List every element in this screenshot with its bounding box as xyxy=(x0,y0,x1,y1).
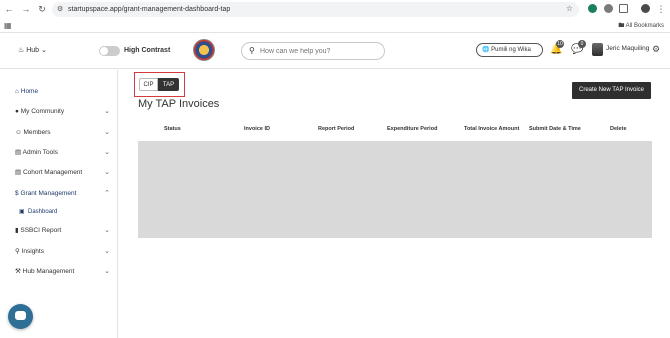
column-header-report-period[interactable]: Report Period xyxy=(318,126,354,132)
sidebar-item-home[interactable]: ⌂ Home xyxy=(15,86,110,98)
tab-switcher: CIP TAP xyxy=(134,72,185,97)
chevron-down-icon: ⌄ xyxy=(104,169,110,176)
chevron-down-icon: ⌄ xyxy=(104,108,110,115)
sidebar-item-label: Insights xyxy=(21,248,44,255)
sidebar-item-label: My Community xyxy=(20,108,65,115)
sidebar-item-label: Grant Management xyxy=(20,190,77,197)
high-contrast-toggle[interactable] xyxy=(99,46,120,56)
avatar[interactable] xyxy=(592,43,603,56)
wrench-icon: ⚒ xyxy=(15,268,21,275)
gear-icon[interactable]: ⚙ xyxy=(652,44,660,55)
sidebar-item-insights[interactable]: ⚲ Insights ⌄ xyxy=(15,246,110,258)
sidebar: ⌂ Home ● My Community ⌄ ☺ Members ⌄ ▤ Ad… xyxy=(0,70,118,338)
sidebar-subitem-dashboard[interactable]: ▣ Dashboard xyxy=(19,208,57,215)
sidebar-item-label: SSBCI Report xyxy=(20,227,62,234)
reload-icon[interactable]: ↻ xyxy=(36,3,48,15)
sidebar-item-hub-management[interactable]: ⚒ Hub Management ⌄ xyxy=(15,266,110,278)
table-header: Status Invoice ID Report Period Expendit… xyxy=(138,126,652,137)
sidebar-item-label: Home xyxy=(20,88,39,95)
home-icon: ⌂ xyxy=(15,88,19,95)
forward-icon[interactable]: → xyxy=(20,3,32,15)
page-title: My TAP Invoices xyxy=(138,98,220,110)
cohort-icon: ▤ xyxy=(15,169,22,176)
notification-badge: 10 xyxy=(556,40,564,48)
language-select[interactable]: 🌐 Pumili ng Wika xyxy=(476,43,543,57)
insights-icon: ⚲ xyxy=(15,248,20,255)
sidebar-item-cohort-management[interactable]: ▤ Cohort Management ⌄ xyxy=(15,167,110,179)
hub-menu[interactable]: ♨ Hub ⌄ xyxy=(18,46,47,54)
search-box[interactable]: ⚲ xyxy=(241,42,385,60)
report-icon: ▮ xyxy=(15,227,19,234)
chevron-up-icon: ⌃ xyxy=(104,190,110,197)
bookmark-star-icon[interactable]: ☆ xyxy=(566,4,573,13)
back-icon[interactable]: ← xyxy=(3,3,15,15)
sidebar-item-grant-management[interactable]: $ Grant Management ⌃ xyxy=(15,188,110,200)
profile-icon[interactable] xyxy=(641,4,650,13)
tab-cip[interactable]: CIP xyxy=(139,78,158,91)
extensions-puzzle-icon[interactable] xyxy=(619,4,628,13)
messages-badge: 0 xyxy=(578,40,586,48)
members-icon: ☺ xyxy=(15,129,22,136)
browser-toolbar: ← → ↻ ⚙ startupspace.app/grant-managemen… xyxy=(0,0,670,19)
sidebar-item-label: Cohort Management xyxy=(22,169,83,176)
extension-icon[interactable] xyxy=(588,4,597,13)
app-header: ♨ Hub ⌄ High Contrast ⚲ 🌐 Pumili ng Wika… xyxy=(0,33,670,69)
high-contrast-label: High Contrast xyxy=(124,47,171,54)
column-header-delete[interactable]: Delete xyxy=(610,126,627,132)
apps-grid-icon[interactable]: ▦ xyxy=(4,21,12,30)
sidebar-item-my-community[interactable]: ● My Community ⌄ xyxy=(15,106,110,118)
all-bookmarks-link[interactable]: 🖿 All Bookmarks xyxy=(618,21,664,31)
url-text: startupspace.app/grant-management-dashbo… xyxy=(68,6,231,13)
search-input[interactable] xyxy=(260,46,378,57)
hub-label: Hub xyxy=(26,47,40,54)
search-icon: ⚲ xyxy=(249,46,255,55)
address-bar[interactable]: ⚙ startupspace.app/grant-management-dash… xyxy=(52,2,579,17)
chat-bubble-button[interactable] xyxy=(8,304,33,329)
sidebar-item-ssbci-report[interactable]: ▮ SSBCI Report ⌄ xyxy=(15,225,110,237)
column-header-total-invoice-amount[interactable]: Total Invoice Amount xyxy=(464,126,519,132)
dollar-icon: $ xyxy=(15,190,19,197)
dashboard-icon: ▣ xyxy=(19,209,25,215)
community-icon: ● xyxy=(15,108,19,115)
browser-menu-icon[interactable]: ⋮ xyxy=(655,3,667,15)
user-name[interactable]: Jeric Maquiling xyxy=(606,45,649,52)
column-header-invoice-id[interactable]: Invoice ID xyxy=(244,126,270,132)
extension-icon[interactable] xyxy=(604,4,613,13)
tab-tap[interactable]: TAP xyxy=(158,78,179,91)
sidebar-item-admin-tools[interactable]: ▤ Admin Tools ⌄ xyxy=(15,147,110,159)
admin-tools-icon: ▤ xyxy=(15,149,22,156)
chevron-down-icon: ⌄ xyxy=(104,129,110,136)
site-settings-icon[interactable]: ⚙ xyxy=(57,5,63,13)
chevron-down-icon: ⌄ xyxy=(104,149,110,156)
sidebar-item-label: Members xyxy=(23,129,51,136)
sidebar-item-label: Hub Management xyxy=(22,268,75,275)
all-bookmarks-label: All Bookmarks xyxy=(625,23,664,29)
create-tap-invoice-button[interactable]: Create New TAP Invoice xyxy=(572,82,651,99)
column-header-status[interactable]: Status xyxy=(164,126,181,132)
table-body-placeholder xyxy=(138,141,652,238)
column-header-submit-date[interactable]: Submit Date & Time xyxy=(529,126,581,132)
column-header-expenditure-period[interactable]: Expenditure Period xyxy=(387,126,437,132)
language-label: Pumili ng Wika xyxy=(491,47,531,53)
chevron-down-icon: ⌄ xyxy=(104,248,110,255)
organization-logo[interactable] xyxy=(193,39,215,61)
hub-icon: ♨ xyxy=(18,47,25,54)
chevron-down-icon: ⌄ xyxy=(104,268,110,275)
sidebar-item-label: Admin Tools xyxy=(22,149,58,156)
sidebar-subitem-label: Dashboard xyxy=(28,209,58,215)
bookmarks-bar: ▦ 🖿 All Bookmarks xyxy=(0,19,670,33)
sidebar-item-members[interactable]: ☺ Members ⌄ xyxy=(15,127,110,139)
chevron-down-icon: ⌄ xyxy=(104,227,110,234)
